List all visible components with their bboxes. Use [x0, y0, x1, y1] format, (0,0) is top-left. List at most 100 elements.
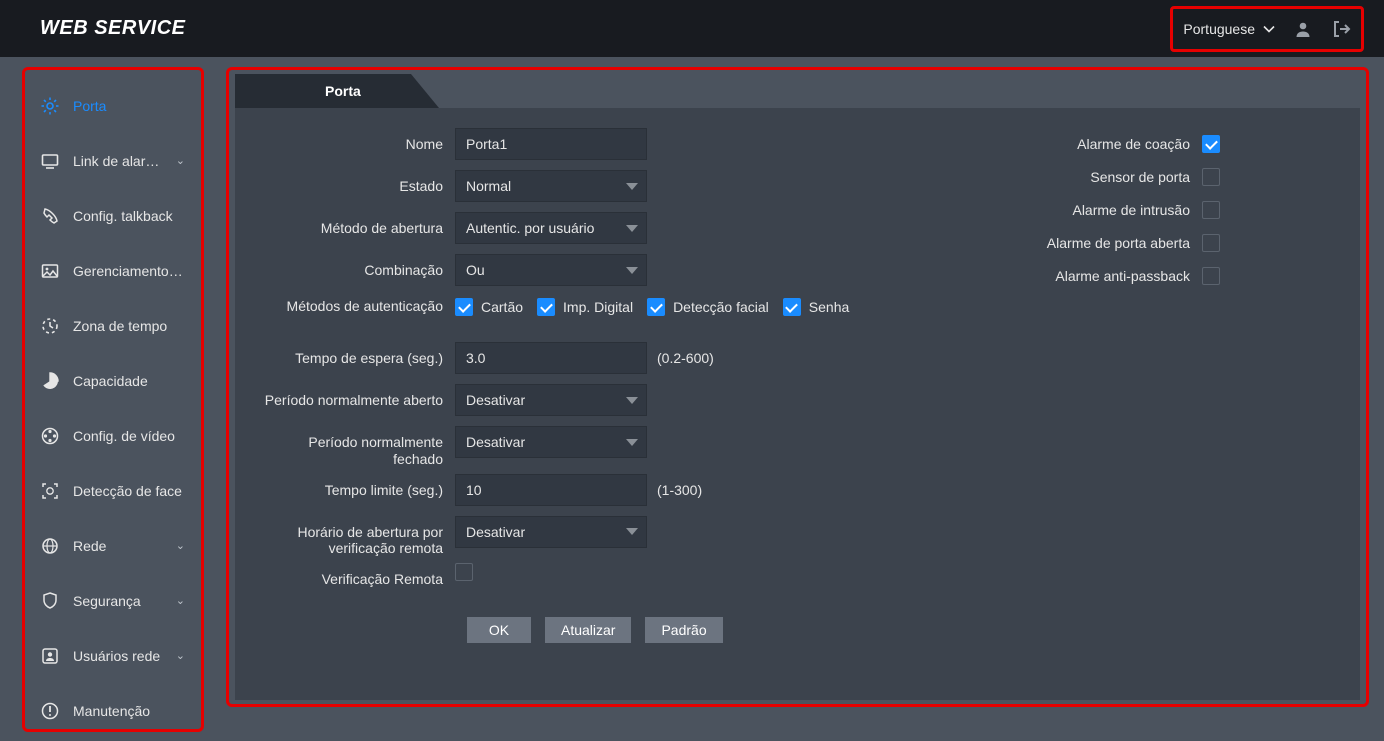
checkbox-fingerprint[interactable] — [537, 298, 555, 316]
ok-button[interactable]: OK — [467, 617, 531, 643]
label-combination: Combinação — [255, 254, 455, 279]
wait-time-input[interactable] — [455, 342, 647, 374]
caret-down-icon — [626, 397, 638, 404]
user-icon — [41, 647, 59, 665]
caret-down-icon — [626, 225, 638, 232]
sidebar-item-face-detect[interactable]: Detecção de face — [25, 463, 201, 518]
remote-open-time-value: Desativar — [466, 524, 525, 540]
tab-porta[interactable]: Porta — [235, 74, 411, 108]
label-state: Estado — [255, 170, 455, 195]
label-remote-verify: Verificação Remota — [255, 563, 455, 588]
chevron-down-icon — [1263, 23, 1275, 35]
timeout-input[interactable] — [455, 474, 647, 506]
checkbox-alarm-intrusion[interactable] — [1202, 201, 1220, 219]
label-auth-methods: Métodos de autenticação — [255, 296, 455, 315]
monitor-icon — [41, 152, 59, 170]
sidebar-item-capacity[interactable]: Capacidade — [25, 353, 201, 408]
tab-label: Porta — [325, 83, 361, 99]
normally-open-value: Desativar — [466, 392, 525, 408]
caret-down-icon — [626, 183, 638, 190]
gear-icon — [41, 97, 59, 115]
tab-bar: Porta — [235, 74, 411, 108]
combination-select[interactable]: Ou — [455, 254, 647, 286]
user-icon[interactable] — [1293, 19, 1313, 39]
logout-icon[interactable] — [1331, 19, 1351, 39]
label-remote-open-time: Horário de abertura por verificação remo… — [255, 516, 455, 558]
default-button[interactable]: Padrão — [645, 617, 722, 643]
clock-icon — [41, 317, 59, 335]
chevron-down-icon: ⌄ — [176, 539, 185, 552]
sidebar-item-timezone[interactable]: Zona de tempo — [25, 298, 201, 353]
checkbox-password-label: Senha — [809, 299, 849, 315]
refresh-button[interactable]: Atualizar — [545, 617, 631, 643]
language-selector[interactable]: Portuguese — [1183, 21, 1275, 37]
sidebar-item-network[interactable]: Rede ⌄ — [25, 518, 201, 573]
sidebar-label: Config. talkback — [73, 208, 185, 224]
sidebar-label: Gerenciamento de imagem — [73, 263, 185, 279]
combination-value: Ou — [466, 262, 485, 278]
label-alarm-anti-passback: Alarme anti-passback — [1055, 268, 1190, 284]
name-input[interactable] — [455, 128, 647, 160]
caret-down-icon — [626, 439, 638, 446]
checkbox-remote-verify[interactable] — [455, 563, 473, 581]
label-normally-open: Período normalmente aberto — [255, 384, 455, 409]
checkbox-card[interactable] — [455, 298, 473, 316]
chevron-down-icon: ⌄ — [176, 154, 185, 167]
phone-icon — [41, 207, 59, 225]
sidebar-item-video-config[interactable]: Config. de vídeo — [25, 408, 201, 463]
sidebar-item-porta[interactable]: Porta — [25, 78, 201, 133]
sidebar-label: Config. de vídeo — [73, 428, 185, 444]
label-door-sensor: Sensor de porta — [1090, 169, 1190, 185]
alarm-panel: Alarme de coação Sensor de porta Alarme … — [1047, 128, 1220, 680]
app-title: WEB SERVICE — [40, 17, 186, 40]
sidebar-label: Link de alarme — [73, 153, 162, 169]
form-left: Nome Estado Normal Método de a — [255, 128, 855, 680]
open-method-select[interactable]: Autentic. por usuário — [455, 212, 647, 244]
reel-icon — [41, 427, 59, 445]
label-alarm-coercion: Alarme de coação — [1077, 136, 1190, 152]
chevron-down-icon: ⌄ — [176, 594, 185, 607]
checkbox-alarm-anti-passback[interactable] — [1202, 267, 1220, 285]
checkbox-card-label: Cartão — [481, 299, 523, 315]
sidebar-item-security[interactable]: Segurança ⌄ — [25, 573, 201, 628]
chevron-down-icon: ⌄ — [176, 649, 185, 662]
state-value: Normal — [466, 178, 511, 194]
remote-open-time-select[interactable]: Desativar — [455, 516, 647, 548]
sidebar-item-maintenance[interactable]: Manutenção — [25, 683, 201, 738]
checkbox-face-label: Detecção facial — [673, 299, 769, 315]
normally-closed-select[interactable]: Desativar — [455, 426, 647, 458]
sidebar-label: Usuários rede — [73, 648, 162, 664]
label-alarm-door-open: Alarme de porta aberta — [1047, 235, 1190, 251]
sidebar-label: Manutenção — [73, 703, 185, 719]
normally-closed-value: Desativar — [466, 434, 525, 450]
wait-time-hint: (0.2-600) — [657, 350, 714, 366]
normally-open-select[interactable]: Desativar — [455, 384, 647, 416]
header-controls: Portuguese — [1170, 6, 1364, 52]
checkbox-alarm-coercion[interactable] — [1202, 135, 1220, 153]
globe-icon — [41, 537, 59, 555]
checkbox-password[interactable] — [783, 298, 801, 316]
info-icon — [41, 702, 59, 720]
state-select[interactable]: Normal — [455, 170, 647, 202]
sidebar-item-image-mgmt[interactable]: Gerenciamento de imagem — [25, 243, 201, 298]
label-alarm-intrusion: Alarme de intrusão — [1072, 202, 1190, 218]
sidebar-label: Detecção de face — [73, 483, 185, 499]
label-normally-closed: Período normalmente fechado — [255, 426, 455, 468]
sidebar-item-alarm-link[interactable]: Link de alarme ⌄ — [25, 133, 201, 188]
checkbox-face[interactable] — [647, 298, 665, 316]
checkbox-fingerprint-label: Imp. Digital — [563, 299, 633, 315]
checkbox-door-sensor[interactable] — [1202, 168, 1220, 186]
sidebar-item-network-users[interactable]: Usuários rede ⌄ — [25, 628, 201, 683]
caret-down-icon — [626, 267, 638, 274]
face-icon — [41, 482, 59, 500]
label-name: Nome — [255, 128, 455, 153]
header: WEB SERVICE Portuguese — [0, 0, 1384, 57]
sidebar-item-talkback[interactable]: Config. talkback — [25, 188, 201, 243]
checkbox-alarm-door-open[interactable] — [1202, 234, 1220, 252]
label-wait-time: Tempo de espera (seg.) — [255, 342, 455, 367]
pie-icon — [41, 372, 59, 390]
shield-icon — [41, 592, 59, 610]
sidebar-label: Rede — [73, 538, 162, 554]
label-timeout: Tempo limite (seg.) — [255, 474, 455, 499]
sidebar: Porta Link de alarme ⌄ Config. talkback … — [22, 67, 204, 732]
